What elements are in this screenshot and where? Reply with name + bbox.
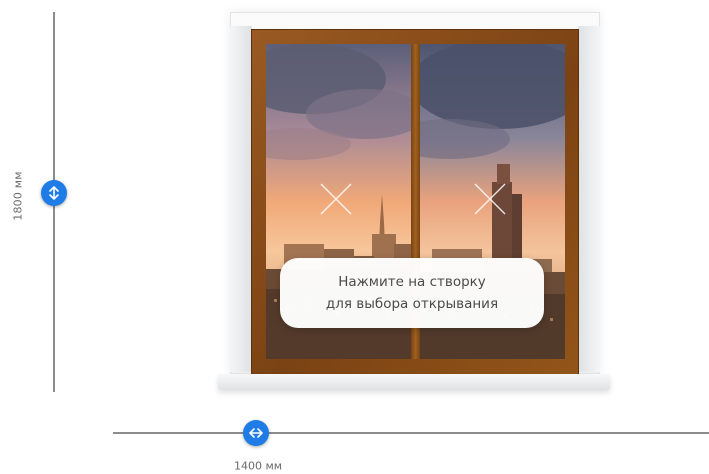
window-jamb-left: [230, 26, 252, 372]
height-label: 1800 мм: [11, 171, 25, 221]
sash-hint-tooltip: Нажмите на створку для выбора открывания: [280, 258, 544, 328]
width-resize-handle[interactable]: [243, 420, 269, 446]
window-preview: [218, 12, 610, 392]
window-jamb-right: [578, 26, 600, 372]
height-resize-handle[interactable]: [41, 180, 67, 206]
window-sill: [218, 374, 610, 390]
width-dimension-line: [113, 432, 709, 434]
tooltip-line-1: Нажмите на створку: [338, 274, 486, 290]
tooltip-line-2: для выбора открывания: [325, 296, 499, 312]
horizontal-resize-icon: [249, 428, 263, 438]
vertical-resize-icon: [49, 186, 59, 200]
width-label: 1400 мм: [233, 459, 283, 473]
